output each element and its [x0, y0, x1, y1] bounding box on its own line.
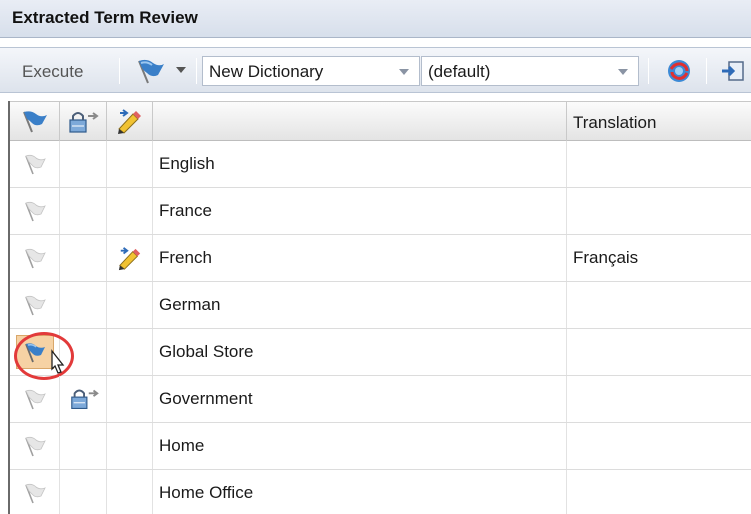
toolbar-separator — [119, 58, 120, 84]
execute-button[interactable]: Execute — [22, 62, 83, 82]
pencil-icon[interactable] — [117, 247, 143, 271]
translation-cell[interactable] — [567, 141, 751, 187]
flag-icon[interactable] — [133, 58, 167, 86]
dictionary-select[interactable]: New Dictionary — [202, 56, 420, 86]
lock-column-header[interactable] — [60, 102, 107, 142]
toolbar: Execute New Dictionary (default) — [0, 47, 751, 93]
flag-column-header[interactable] — [10, 102, 60, 142]
translation-cell[interactable] — [567, 470, 751, 514]
term-cell: German — [153, 282, 567, 328]
flag-icon[interactable] — [22, 153, 48, 177]
refresh-icon[interactable] — [665, 57, 693, 85]
pencil-icon — [118, 109, 141, 134]
chevron-down-icon — [399, 69, 409, 75]
flag-dropdown-chevron-icon[interactable] — [176, 67, 186, 73]
lock-icon — [69, 112, 99, 133]
table-row[interactable]: Home Office — [10, 470, 751, 514]
term-cell: Government — [153, 376, 567, 422]
toolbar-separator — [648, 58, 649, 84]
translation-cell[interactable]: Français — [567, 235, 751, 281]
flag-icon[interactable] — [22, 294, 48, 318]
flag-icon[interactable] — [22, 482, 48, 506]
table-row[interactable]: Home — [10, 423, 751, 470]
term-column-header[interactable] — [153, 102, 567, 142]
table-row[interactable]: French Français — [10, 235, 751, 282]
toolbar-separator — [196, 58, 197, 84]
term-cell: France — [153, 188, 567, 234]
translation-cell[interactable] — [567, 188, 751, 234]
lock-icon[interactable] — [68, 386, 102, 412]
language-select-value: (default) — [428, 62, 491, 81]
term-grid: Translation English France French França… — [8, 101, 751, 514]
panel-title: Extracted Term Review — [0, 0, 751, 38]
flag-icon[interactable] — [22, 435, 48, 459]
flag-icon[interactable] — [22, 247, 48, 271]
term-cell: Home — [153, 423, 567, 469]
flag-icon[interactable] — [22, 388, 48, 412]
term-cell: Global Store — [153, 329, 567, 375]
grid-header: Translation — [10, 101, 751, 142]
edit-column-header[interactable] — [107, 102, 153, 142]
translation-cell[interactable] — [567, 282, 751, 328]
translation-cell[interactable] — [567, 329, 751, 375]
toolbar-separator — [706, 58, 707, 84]
term-cell: French — [153, 235, 567, 281]
term-cell: English — [153, 141, 567, 187]
table-row[interactable]: France — [10, 188, 751, 235]
flag-icon — [23, 111, 47, 133]
chevron-down-icon — [618, 69, 628, 75]
translation-cell[interactable] — [567, 423, 751, 469]
table-row[interactable]: Government — [10, 376, 751, 423]
table-row[interactable]: German — [10, 282, 751, 329]
dictionary-select-value: New Dictionary — [209, 62, 324, 81]
flag-icon[interactable] — [22, 200, 48, 224]
term-cell: Home Office — [153, 470, 567, 514]
import-icon[interactable] — [720, 59, 746, 83]
table-row[interactable]: English — [10, 141, 751, 188]
table-row[interactable]: Global Store — [10, 329, 751, 380]
translation-cell[interactable] — [567, 376, 751, 422]
language-select[interactable]: (default) — [421, 56, 639, 86]
translation-column-header[interactable]: Translation — [567, 102, 751, 142]
